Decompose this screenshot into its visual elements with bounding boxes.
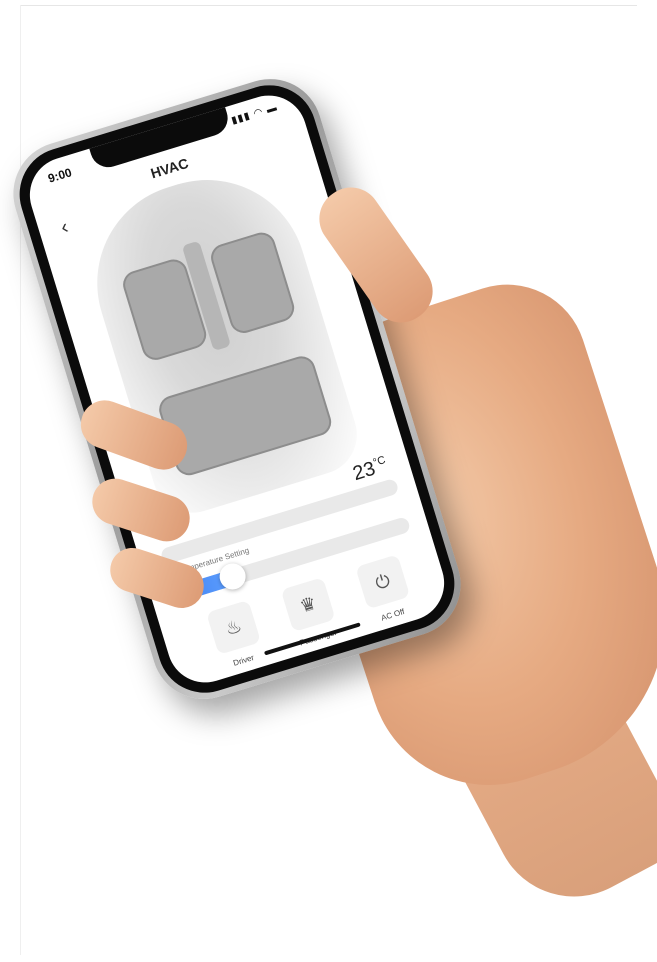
phone: 9:00 ▮▮▮ ◠ ▬ HVAC ‹ 23°C AC Temperature … — [0, 66, 474, 712]
phone-bezel: 9:00 ▮▮▮ ◠ ▬ HVAC ‹ 23°C AC Temperature … — [7, 73, 467, 705]
temperature-unit: °C — [371, 454, 387, 470]
heated-seat-icon: ♨ — [206, 599, 262, 655]
ac-off-button[interactable]: ⏻ AC Off — [348, 552, 423, 628]
photo-scene: 9:00 ▮▮▮ ◠ ▬ HVAC ‹ 23°C AC Temperature … — [0, 0, 657, 962]
signal-wifi-battery-icon: ▮▮▮ ◠ ▬ — [230, 102, 280, 127]
phone-screen: 9:00 ▮▮▮ ◠ ▬ HVAC ‹ 23°C AC Temperature … — [20, 86, 454, 692]
power-icon: ⏻ — [355, 554, 411, 610]
status-time: 9:00 — [46, 165, 74, 186]
back-chevron-icon[interactable]: ‹ — [58, 216, 71, 239]
driver-seat-button[interactable]: ♨ Driver — [198, 598, 273, 674]
seat-icon: ♛ — [280, 577, 336, 633]
